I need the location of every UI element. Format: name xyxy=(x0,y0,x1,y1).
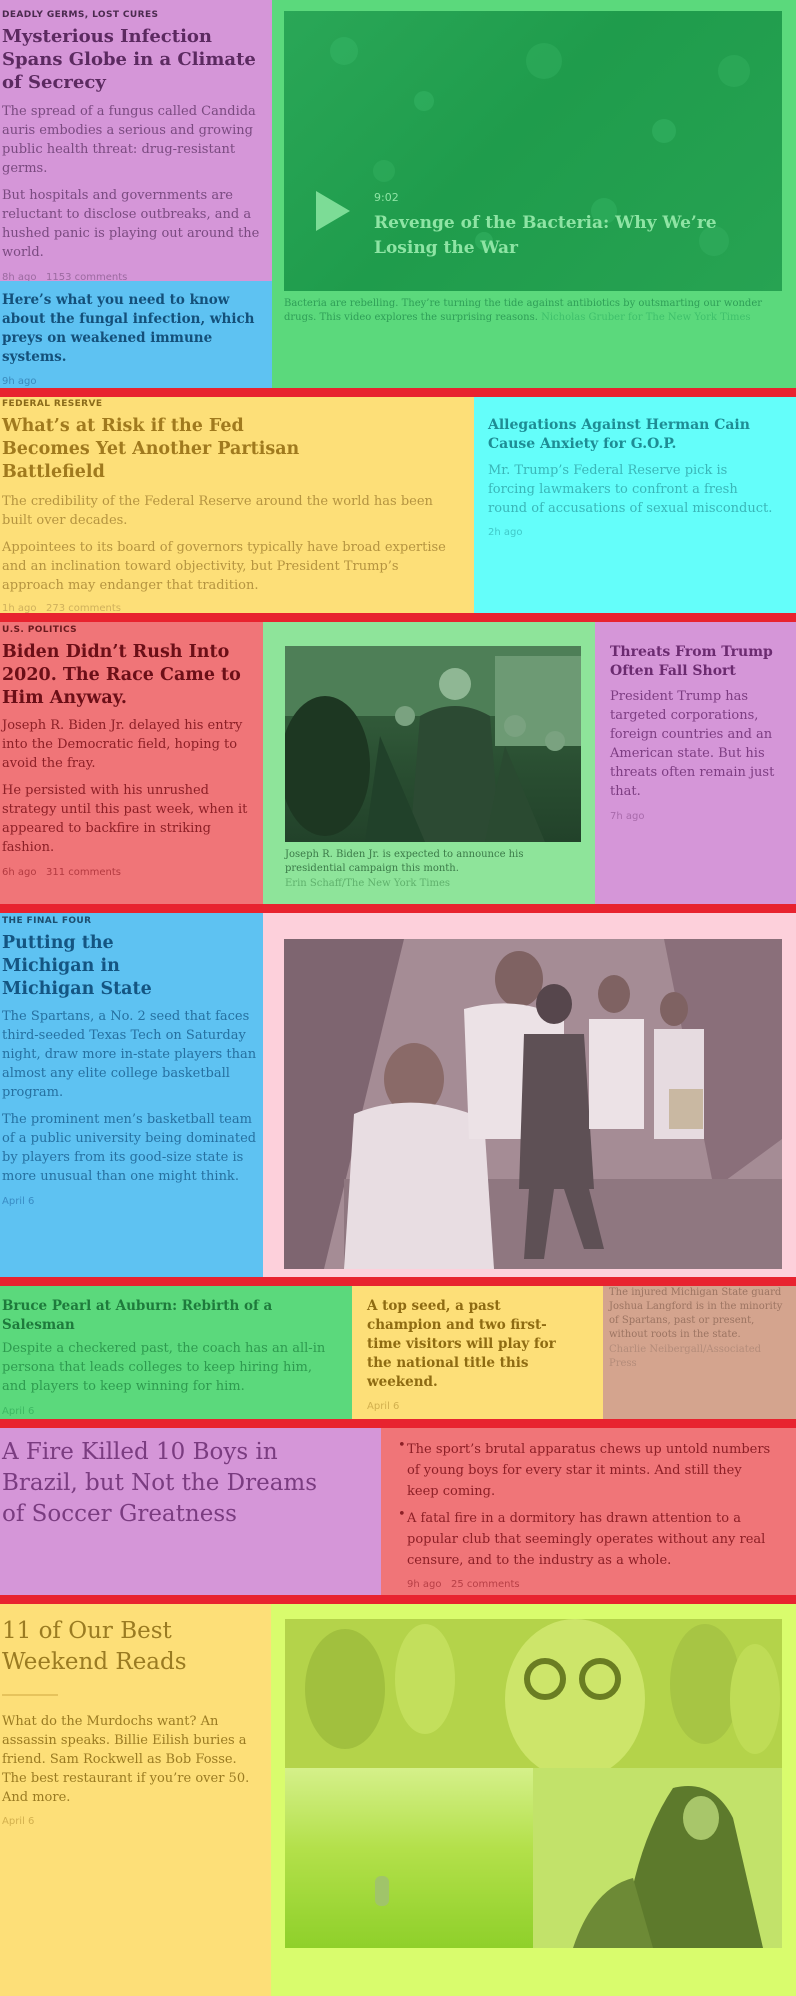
weekend-reads-block[interactable]: 11 of Our Best Weekend Reads What do the… xyxy=(0,1604,271,1996)
trump-threats-block[interactable]: Threats From Trump Often Fall Short Pres… xyxy=(595,622,796,904)
final-four-preview-block[interactable]: A top seed, a past champion and two firs… xyxy=(352,1286,603,1419)
summary-paragraph: The Spartans, a No. 2 seed that faces th… xyxy=(2,1009,257,1100)
photo-caption-block: The injured Michigan State guard Joshua … xyxy=(603,1286,796,1419)
video-caption: Bacteria are rebelling. They’re turning … xyxy=(284,297,784,325)
fed-story-block[interactable]: Federal Reserve What’s at Risk if the Fe… xyxy=(0,397,474,613)
headline[interactable]: Threats From Trump Often Fall Short xyxy=(610,643,780,681)
bullet-item: • A fatal fire in a dormitory has drawn … xyxy=(398,1507,771,1570)
field-photo[interactable] xyxy=(285,1768,533,1948)
caption-text: The injured Michigan State guard Joshua … xyxy=(609,1287,783,1340)
timestamp: April 6 xyxy=(2,1196,35,1207)
kicker: Deadly Germs, Lost Cures xyxy=(2,10,159,20)
bullet-text[interactable]: A fatal fire in a dormitory has drawn at… xyxy=(407,1511,765,1568)
headline[interactable]: What’s at Risk if the Fed Becomes Yet An… xyxy=(2,415,302,484)
brazil-bullets-block: • The sport’s brutal apparatus chews up … xyxy=(381,1428,796,1595)
timestamp: 6h ago 311 comments xyxy=(2,867,121,878)
biden-story-block[interactable]: U.S. Politics Biden Didn’t Rush Into 202… xyxy=(0,622,263,904)
summary: Joseph R. Biden Jr. delayed his entry in… xyxy=(2,716,260,857)
section-divider xyxy=(0,388,796,397)
timestamp: 9h ago xyxy=(2,376,37,387)
section-divider xyxy=(0,1277,796,1286)
video-player[interactable]: 9:02 Revenge of the Bacteria: Why We’re … xyxy=(284,11,782,291)
kicker: U.S. Politics xyxy=(2,625,78,635)
section-divider xyxy=(0,1419,796,1428)
photo-credit: Erin Schaff/The New York Times xyxy=(285,878,451,889)
summary-paragraph: Joseph R. Biden Jr. delayed his entry in… xyxy=(2,718,243,771)
timestamp: April 6 xyxy=(367,1401,400,1412)
weekend-reads-images xyxy=(271,1604,796,1996)
headline[interactable]: Bruce Pearl at Auburn: Rebirth of a Sale… xyxy=(2,1297,340,1335)
bullet-icon: • xyxy=(398,1438,406,1453)
headline[interactable]: A Fire Killed 10 Boys in Brazil, but Not… xyxy=(2,1437,320,1530)
timestamp: 7h ago xyxy=(610,811,645,822)
headline[interactable]: Here’s what you need to know about the f… xyxy=(2,291,265,367)
play-icon[interactable] xyxy=(316,191,350,231)
photo-credit: Charlie Neibergall/Associated Press xyxy=(609,1344,762,1369)
video-title[interactable]: Revenge of the Bacteria: Why We’re Losin… xyxy=(374,211,764,261)
spartans-photo[interactable] xyxy=(284,939,782,1269)
video-block: 9:02 Revenge of the Bacteria: Why We’re … xyxy=(272,0,796,388)
portrait-illustration xyxy=(533,1768,782,1948)
caption-text: Joseph R. Biden Jr. is expected to annou… xyxy=(285,849,524,874)
summary-paragraph: The credibility of the Federal Reserve a… xyxy=(2,494,433,528)
cain-story-block[interactable]: Allegations Against Herman Cain Cause An… xyxy=(474,397,796,613)
summary: President Trump has targeted corporation… xyxy=(610,689,775,799)
biden-photo-block: Joseph R. Biden Jr. is expected to annou… xyxy=(263,622,595,904)
faces-collage xyxy=(285,1619,782,1768)
fungus-story-block[interactable]: Deadly Germs, Lost Cures Mysterious Infe… xyxy=(0,0,272,281)
timestamp: 9h ago 25 comments xyxy=(407,1579,520,1590)
divider-rule xyxy=(2,1694,58,1696)
headline[interactable]: Putting the Michigan in Michigan State xyxy=(2,932,202,1001)
headline[interactable]: Mysterious Infection Spans Globe in a Cl… xyxy=(2,25,262,94)
summary-paragraph: But hospitals and governments are reluct… xyxy=(2,188,260,260)
summary-paragraph: The prominent men’s basketball team of a… xyxy=(2,1112,257,1184)
michigan-photo-block xyxy=(263,913,796,1277)
summary: The spread of a fungus called Candida au… xyxy=(2,102,262,262)
summary: The credibility of the Federal Reserve a… xyxy=(2,492,460,595)
michigan-story-block[interactable]: The Final Four Putting the Michigan in M… xyxy=(0,913,263,1277)
biden-photo[interactable] xyxy=(285,646,581,842)
billie-eilish-photo[interactable] xyxy=(533,1768,782,1948)
headline[interactable]: Biden Didn’t Rush Into 2020. The Race Ca… xyxy=(2,641,260,710)
photo-credit: Nicholas Gruber for The New York Times xyxy=(541,312,751,323)
video-duration: 9:02 xyxy=(374,191,399,204)
bullet-icon: • xyxy=(398,1507,406,1522)
timestamp: 1h ago 273 comments xyxy=(2,603,121,613)
summary: The Spartans, a No. 2 seed that faces th… xyxy=(2,1007,257,1186)
summary-paragraph: The spread of a fungus called Candida au… xyxy=(2,104,256,176)
kicker: Federal Reserve xyxy=(2,399,103,409)
headline[interactable]: 11 of Our Best Weekend Reads xyxy=(2,1616,202,1678)
murdoch-photo[interactable] xyxy=(285,1619,782,1768)
players-illustration xyxy=(284,939,782,1269)
brazil-story-block[interactable]: A Fire Killed 10 Boys in Brazil, but Not… xyxy=(0,1428,381,1595)
kicker: The Final Four xyxy=(2,916,92,926)
timestamp: April 6 xyxy=(2,1816,35,1827)
bullet-item: • The sport’s brutal apparatus chews up … xyxy=(398,1438,771,1501)
timestamp: 8h ago 1153 comments xyxy=(2,272,128,281)
summary-paragraph: He persisted with his unrushed strategy … xyxy=(2,783,248,855)
photo-caption: Joseph R. Biden Jr. is expected to annou… xyxy=(285,848,575,891)
summary: Despite a checkered past, the coach has … xyxy=(2,1341,326,1394)
section-divider xyxy=(0,613,796,622)
summary: Mr. Trump’s Federal Reserve pick is forc… xyxy=(488,463,773,516)
bullet-text[interactable]: The sport’s brutal apparatus chews up un… xyxy=(407,1442,770,1499)
figure-silhouette xyxy=(375,1876,389,1906)
crowd-silhouettes xyxy=(285,646,581,842)
headline[interactable]: A top seed, a past champion and two firs… xyxy=(367,1297,577,1392)
section-divider xyxy=(0,1595,796,1604)
headline[interactable]: Allegations Against Herman Cain Cause An… xyxy=(488,416,774,454)
section-divider xyxy=(0,904,796,913)
timestamp: 2h ago xyxy=(488,527,523,538)
auburn-story-block[interactable]: Bruce Pearl at Auburn: Rebirth of a Sale… xyxy=(0,1286,352,1419)
summary-paragraph: Appointees to its board of governors typ… xyxy=(2,540,446,593)
summary: What do the Murdochs want? An assassin s… xyxy=(2,1714,250,1805)
timestamp: April 6 xyxy=(2,1406,35,1417)
fungus-explainer-link[interactable]: Here’s what you need to know about the f… xyxy=(0,281,272,388)
